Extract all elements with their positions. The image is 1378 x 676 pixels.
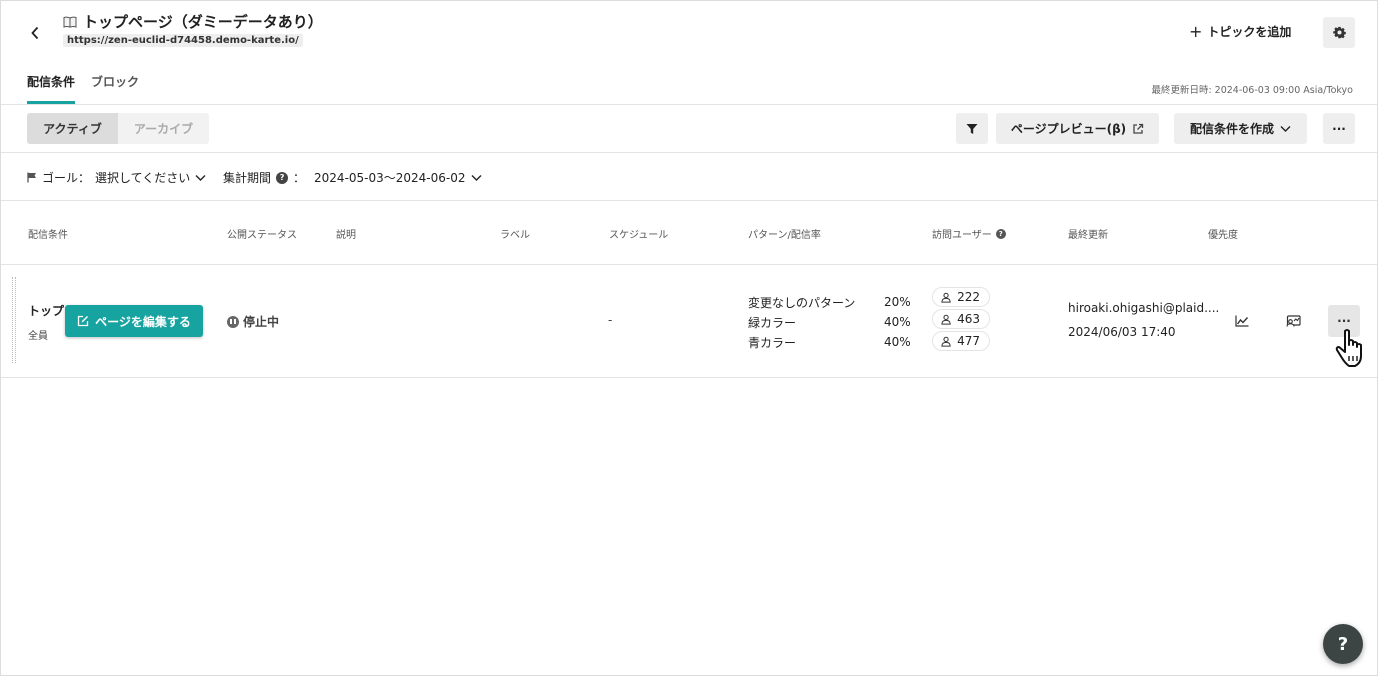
pattern-item: 緑カラー 40% — [748, 312, 911, 332]
line-chart-icon — [1235, 315, 1249, 327]
table-row[interactable]: トップ 全員 ページを編集する 停止中 - 変更なしのパターン 20% 緑カラー… — [1, 265, 1377, 378]
goal-label: ゴール： — [42, 171, 91, 185]
create-condition-button[interactable]: 配信条件を作成 — [1174, 113, 1307, 144]
period-label: 集計期間 — [223, 171, 272, 185]
pause-icon — [227, 315, 239, 328]
visitor-count: 222 — [932, 287, 990, 307]
page-title: トップページ（ダミーデータあり） — [83, 13, 323, 31]
status-segment: アクティブ アーカイブ — [27, 113, 209, 144]
visitor-list: 222 463 477 — [932, 287, 990, 353]
plus-icon: + — [1189, 21, 1203, 41]
column-header-status: 公開ステータス — [227, 230, 297, 241]
hand-cursor-icon — [1335, 329, 1362, 367]
segment-archive[interactable]: アーカイブ — [118, 113, 209, 144]
column-header-visitors-label: 訪問ユーザー — [932, 230, 992, 241]
chevron-down-icon — [195, 174, 206, 181]
period-value: 2024-05-03〜2024-06-02 — [314, 171, 466, 185]
page-preview-button[interactable]: ページプレビュー(β) — [996, 113, 1159, 144]
gear-icon — [1332, 26, 1346, 39]
edit-page-label: ページを編集する — [95, 314, 191, 329]
pattern-name: 青カラー — [748, 335, 797, 350]
filter-row: ゴール： 選択してください 集計期間 ? ： 2024-05-03〜2024-0… — [1, 153, 1377, 201]
column-header-visitors: 訪問ユーザー ? — [932, 226, 1006, 241]
visitor-count: 463 — [932, 309, 990, 329]
flag-icon — [27, 172, 36, 183]
create-condition-label: 配信条件を作成 — [1189, 122, 1274, 136]
tab-delivery-conditions[interactable]: 配信条件 — [27, 73, 76, 104]
pattern-rate: 20% — [884, 295, 911, 309]
external-link-icon — [1133, 123, 1144, 134]
add-topic-button[interactable]: + トピックを追加 — [1189, 23, 1291, 40]
tab-blocks[interactable]: ブロック — [91, 73, 139, 104]
visitor-value: 463 — [957, 312, 980, 326]
condition-target: 全員 — [28, 331, 48, 342]
title-row: トップページ（ダミーデータあり） — [63, 11, 323, 32]
column-header-description: 説明 — [336, 230, 356, 241]
status-badge: 停止中 — [227, 313, 279, 330]
settings-button[interactable] — [1323, 17, 1355, 48]
goal-value: 選択してください — [95, 171, 191, 185]
book-icon — [63, 16, 77, 28]
report-button[interactable] — [1230, 309, 1254, 333]
column-header-pattern: パターン/配信率 — [748, 230, 821, 241]
status-label: 停止中 — [243, 315, 280, 329]
header: トップページ（ダミーデータあり） https://zen-euclid-d744… — [1, 1, 1377, 105]
add-topic-label: トピックを追加 — [1207, 25, 1292, 39]
chevron-down-icon — [471, 174, 482, 181]
chevron-down-icon — [1280, 125, 1291, 132]
period-selector[interactable]: 集計期間 ? ： 2024-05-03〜2024-06-02 — [223, 169, 482, 186]
toolbar: アクティブ アーカイブ ページプレビュー(β) 配信条件を作成 ··· — [1, 105, 1377, 153]
column-header-updated: 最終更新 — [1068, 230, 1108, 241]
table-header: 配信条件 公開ステータス 説明 ラベル スケジュール パターン/配信率 訪問ユー… — [1, 201, 1377, 265]
column-header-label: ラベル — [500, 230, 530, 241]
updated-at: 2024/06/03 17:40 — [1068, 325, 1176, 339]
column-header-schedule: スケジュール — [609, 230, 669, 241]
visitor-count: 477 — [932, 331, 990, 351]
filter-icon — [966, 123, 978, 134]
page-preview-label: ページプレビュー(β) — [1010, 122, 1127, 136]
period-colon: ： — [293, 171, 306, 185]
edit-page-button[interactable]: ページを編集する — [65, 305, 203, 337]
page: トップページ（ダミーデータあり） https://zen-euclid-d744… — [0, 0, 1378, 676]
pattern-list: 変更なしのパターン 20% 緑カラー 40% 青カラー 40% — [748, 292, 911, 352]
pattern-name: 緑カラー — [748, 315, 797, 330]
goal-selector[interactable]: ゴール： 選択してください — [27, 169, 206, 186]
column-header-condition: 配信条件 — [28, 230, 68, 241]
pattern-rate: 40% — [884, 315, 911, 329]
help-fab-button[interactable]: ? — [1323, 624, 1363, 664]
pattern-rate: 40% — [884, 335, 911, 349]
preview-button[interactable] — [1281, 309, 1305, 333]
updated-by: hiroaki.ohigashi@plaid.... — [1068, 301, 1220, 315]
edit-icon — [77, 315, 89, 327]
last-updated-text: 最終更新日時: 2024-06-03 09:00 Asia/Tokyo — [1151, 85, 1353, 96]
chevron-left-icon — [31, 26, 39, 40]
preview-user-icon — [1286, 315, 1301, 327]
column-header-priority: 優先度 — [1208, 230, 1238, 241]
back-button[interactable] — [25, 23, 45, 43]
visitor-value: 222 — [957, 290, 980, 304]
pattern-item: 青カラー 40% — [748, 332, 911, 352]
condition-name[interactable]: トップ — [28, 302, 64, 319]
user-icon — [941, 336, 951, 347]
user-icon — [941, 292, 951, 303]
help-icon[interactable]: ? — [995, 228, 1006, 239]
visitor-value: 477 — [957, 334, 980, 348]
toolbar-more-button[interactable]: ··· — [1323, 113, 1355, 144]
page-url[interactable]: https://zen-euclid-d74458.demo-karte.io/ — [63, 34, 303, 47]
pattern-name: 変更なしのパターン — [748, 295, 856, 310]
user-icon — [941, 314, 951, 325]
filter-button[interactable] — [956, 113, 988, 144]
tabs: 配信条件 ブロック — [27, 73, 139, 104]
schedule-value: - — [608, 313, 613, 327]
help-icon[interactable]: ? — [276, 171, 289, 184]
segment-active[interactable]: アクティブ — [27, 113, 118, 144]
drag-handle[interactable] — [12, 277, 16, 363]
pattern-item: 変更なしのパターン 20% — [748, 292, 911, 312]
